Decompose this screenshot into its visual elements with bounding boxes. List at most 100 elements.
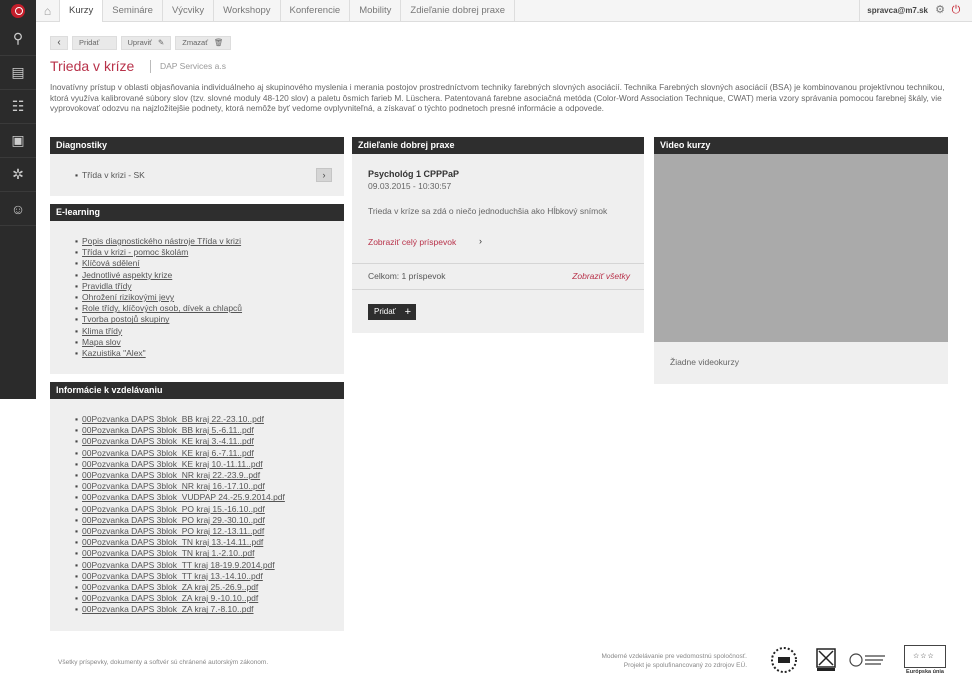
empty-message: Žiadne videokurzy xyxy=(670,357,739,367)
divider xyxy=(352,289,644,290)
elearning-list: Popis diagnostického nástroje Třída v kr… xyxy=(75,236,242,359)
file-link[interactable]: 00Pozvanka DAPS 3blok_KE kraj 6.-7.11..p… xyxy=(75,448,285,459)
panel-title: Informácie k vzdelávaniu xyxy=(50,382,344,399)
back-button[interactable]: ‹ xyxy=(50,36,68,50)
file-link[interactable]: 00Pozvanka DAPS 3blok_TT kraj 13.-14.10.… xyxy=(75,571,285,582)
post-count: Celkom: 1 príspevok xyxy=(368,271,446,281)
network-icon[interactable]: ✲ xyxy=(0,158,36,192)
chevron-right-icon[interactable]: › xyxy=(479,236,482,246)
elearning-panel: E-learning Popis diagnostického nástroje… xyxy=(50,204,344,374)
panel-title: Diagnostiky xyxy=(50,137,344,154)
show-post-link[interactable]: Zobraziť celý príspevok xyxy=(368,237,456,247)
file-link[interactable]: 00Pozvanka DAPS 3blok_PO kraj 29.-30.10.… xyxy=(75,515,285,526)
sidebar: ⚲ ▤ ☷ ▣ ✲ ☺ xyxy=(0,22,36,399)
page-title: Trieda v kríze xyxy=(50,58,135,74)
project-info: Moderné vzdelávanie pre vedomostnú spolo… xyxy=(601,652,747,670)
eu-flag-icon xyxy=(904,645,946,668)
tab-mobility[interactable]: Mobility xyxy=(350,0,402,22)
operational-logo-icon xyxy=(848,645,888,675)
app-logo[interactable] xyxy=(0,0,36,22)
stars-logo-icon xyxy=(771,647,797,673)
panel-title: Video kurzy xyxy=(654,137,948,154)
file-link[interactable]: 00Pozvanka DAPS 3blok_KE kraj 10.-11.11.… xyxy=(75,459,285,470)
courses-icon[interactable]: ☷ xyxy=(0,90,36,124)
list-item[interactable]: Jednotlivé aspekty krize xyxy=(75,270,242,281)
user-email[interactable]: spravca@m7.sk xyxy=(867,0,928,22)
project-line-1: Moderné vzdelávanie pre vedomostnú spolo… xyxy=(601,653,747,660)
divider xyxy=(352,263,644,264)
users-icon[interactable]: ☺ xyxy=(0,192,36,226)
delete-button[interactable]: Zmazať 🗑 xyxy=(175,36,231,50)
file-list: 00Pozvanka DAPS 3blok_BB kraj 22.-23.10.… xyxy=(75,414,285,616)
post-title: Psychológ 1 CPPPaP xyxy=(368,169,460,179)
tab-kurzy[interactable]: Kurzy xyxy=(60,0,104,22)
tab-zdielanie[interactable]: Zdieľanie dobrej praxe xyxy=(401,0,516,22)
file-link[interactable]: 00Pozvanka DAPS 3blok_BB kraj 22.-23.10.… xyxy=(75,414,285,425)
edit-button[interactable]: Upraviť ✎ xyxy=(120,36,172,50)
tab-seminare[interactable]: Semináre xyxy=(103,0,163,22)
panel-title: Zdieľanie dobrej praxe xyxy=(352,137,644,154)
power-icon[interactable]: ⏻ xyxy=(950,4,962,16)
chevron-left-icon: ‹ xyxy=(57,37,61,48)
file-link[interactable]: 00Pozvanka DAPS 3blok_NR kraj 22.-23.9..… xyxy=(75,470,285,481)
add-button[interactable]: Pridať xyxy=(72,36,117,50)
file-link[interactable]: 00Pozvanka DAPS 3blok_VUDPAP 24.-25.9.20… xyxy=(75,492,285,503)
tab-vycviky[interactable]: Výcviky xyxy=(163,0,215,22)
page-description: Inovatívny prístup v oblasti objasňovani… xyxy=(50,82,945,113)
file-link[interactable]: 00Pozvanka DAPS 3blok_ZA kraj 25.-26.9..… xyxy=(75,582,285,593)
add-label: Pridať xyxy=(79,38,100,47)
list-item[interactable]: Mapa slov xyxy=(75,337,242,348)
top-bar: ⌂ Kurzy Semináre Výcviky Workshopy Konfe… xyxy=(0,0,972,22)
list-item[interactable]: Klima třídy xyxy=(75,326,242,337)
list-item[interactable]: Pravidla třídy xyxy=(75,281,242,292)
list-item[interactable]: Třída v krizi - pomoc školám xyxy=(75,247,242,258)
file-link[interactable]: 00Pozvanka DAPS 3blok_NR kraj 16.-17.10.… xyxy=(75,481,285,492)
toolbar: ‹ Pridať Upraviť ✎ Zmazať 🗑 xyxy=(50,36,231,50)
logo-icon xyxy=(11,4,25,18)
list-item[interactable]: Popis diagnostického nástroje Třída v kr… xyxy=(75,236,242,247)
list-item[interactable]: Klíčová sdělení xyxy=(75,258,242,269)
blank-icon xyxy=(105,37,109,49)
video-placeholder xyxy=(654,154,948,342)
file-link[interactable]: 00Pozvanka DAPS 3blok_KE kraj 3.-4.11..p… xyxy=(75,436,285,447)
document-icon[interactable]: ▤ xyxy=(0,56,36,90)
file-link[interactable]: 00Pozvanka DAPS 3blok_BB kraj 5.-6.11..p… xyxy=(75,425,285,436)
delete-label: Zmazať xyxy=(182,38,209,47)
show-all-link[interactable]: Zobraziť všetky xyxy=(572,271,630,281)
chevron-right-icon[interactable]: › xyxy=(316,168,332,182)
ministry-logo-icon xyxy=(814,645,838,675)
eu-label: Európska únia xyxy=(906,669,944,675)
file-link[interactable]: 00Pozvanka DAPS 3blok_PO kraj 15.-16.10.… xyxy=(75,504,285,515)
project-line-2: Projekt je spolufinancovaný zo zdrojov E… xyxy=(623,662,747,669)
file-link[interactable]: 00Pozvanka DAPS 3blok_TN kraj 1.-2.10..p… xyxy=(75,548,285,559)
search-icon[interactable]: ⚲ xyxy=(0,22,36,56)
diagnostics-panel: Diagnostiky Třída v krizi - SK › xyxy=(50,137,344,196)
list-item[interactable]: Tvorba postojů skupiny xyxy=(75,314,242,325)
edit-label: Upraviť xyxy=(127,38,153,47)
copyright-text: Všetky príspevky, dokumenty a softvér sú… xyxy=(58,659,269,666)
file-link[interactable]: 00Pozvanka DAPS 3blok_ZA kraj 9.-10.10..… xyxy=(75,593,285,604)
pencil-icon: ✎ xyxy=(158,38,165,47)
list-item[interactable]: Kazuistika "Alex" xyxy=(75,348,242,359)
add-post-label: Pridať xyxy=(374,307,396,316)
divider xyxy=(859,0,860,22)
video-panel: Video kurzy Žiadne videokurzy xyxy=(654,137,948,384)
organization-name: DAP Services a.s xyxy=(160,61,226,71)
gear-icon[interactable]: ⚙ xyxy=(934,4,946,16)
trash-icon: 🗑 xyxy=(214,38,224,47)
tab-workshopy[interactable]: Workshopy xyxy=(214,0,281,22)
list-item[interactable]: Ohrožení rizikovými jevy xyxy=(75,292,242,303)
add-post-button[interactable]: Pridať + xyxy=(368,304,416,320)
file-link[interactable]: 00Pozvanka DAPS 3blok_TT kraj 18-19.9.20… xyxy=(75,560,285,571)
list-item[interactable]: Role třídy, klíčových osob, dívek a chla… xyxy=(75,303,242,314)
home-icon[interactable]: ⌂ xyxy=(36,0,60,22)
file-icon[interactable]: ▣ xyxy=(0,124,36,158)
post-date: 09.03.2015 - 10:30:57 xyxy=(368,181,452,191)
post-text: Trieda v kríze sa zdá o niečo jednoduchš… xyxy=(368,206,608,216)
file-link[interactable]: 00Pozvanka DAPS 3blok_ZA kraj 7.-8.10..p… xyxy=(75,604,285,615)
diagnostics-item[interactable]: Třída v krizi - SK xyxy=(75,170,145,180)
file-link[interactable]: 00Pozvanka DAPS 3blok_PO kraj 12.-13.11.… xyxy=(75,526,285,537)
tab-konferencie[interactable]: Konferencie xyxy=(281,0,351,22)
op-logo-icon xyxy=(849,653,885,667)
file-link[interactable]: 00Pozvanka DAPS 3blok_TN kraj 13.-14.11.… xyxy=(75,537,285,548)
